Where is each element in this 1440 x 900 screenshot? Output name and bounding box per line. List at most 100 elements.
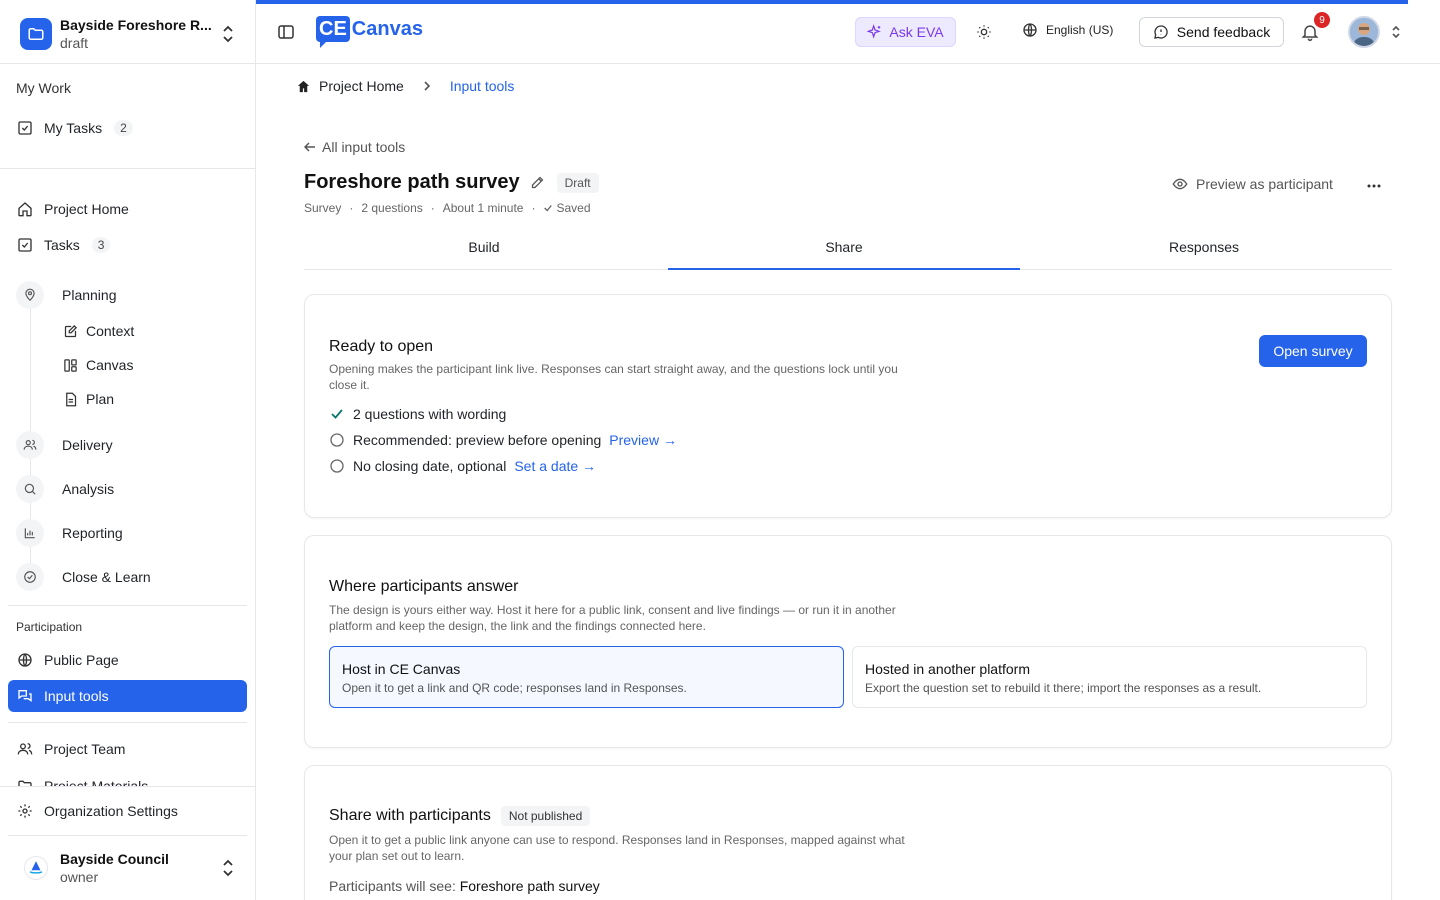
sidebar-item-input-tools[interactable]: Input tools	[8, 680, 247, 712]
ready-to-open-card: Ready to open Opening makes the particip…	[304, 294, 1392, 518]
project-switcher[interactable]: Bayside Foreshore R... draft	[0, 4, 255, 64]
participants-prefix: Participants will see:	[329, 878, 456, 894]
sidebar-item-project-team[interactable]: Project Team	[8, 733, 247, 765]
page-title: Foreshore path survey	[304, 171, 520, 193]
card-title: Ready to open	[329, 338, 434, 355]
preview-as-participant-button[interactable]: Preview as participant	[1172, 176, 1333, 192]
sidebar-item-close-learn[interactable]: Close & Learn	[16, 561, 151, 593]
meta-duration: About 1 minute	[442, 201, 524, 215]
option-description: Open it to get a link and QR code; respo…	[342, 681, 687, 695]
sidebar-item-plan[interactable]: Plan	[62, 385, 114, 413]
option-description: Export the question set to rebuild it th…	[865, 681, 1262, 695]
sidebar-item-project-home[interactable]: Project Home	[8, 193, 247, 225]
sidebar-item-org-settings[interactable]: Organization Settings	[8, 795, 247, 827]
sidebar-item-label: Planning	[62, 287, 117, 303]
sidebar-item-planning[interactable]: Planning	[16, 279, 117, 311]
pencil-icon[interactable]	[530, 175, 545, 190]
folder-icon	[20, 17, 52, 50]
scroll-clip: Project Materials	[8, 776, 247, 786]
sidebar-item-label: Project Team	[44, 741, 126, 757]
users-icon	[16, 431, 44, 459]
divider	[0, 168, 255, 169]
ask-eva-label: Ask EVA	[889, 24, 944, 40]
check-circle-icon	[16, 563, 44, 591]
document-icon	[62, 391, 78, 407]
map-pin-icon	[16, 281, 44, 309]
sparkle-icon	[867, 24, 883, 40]
language-label: English (US)	[1046, 23, 1114, 37]
language-selector[interactable]: English (US)	[1022, 22, 1113, 38]
checklist-item: No closing date, optional Set a date →	[329, 458, 596, 474]
ask-eva-button[interactable]: Ask EVA	[855, 17, 956, 47]
participation-title: Participation	[16, 620, 83, 634]
sidebar-item-public-page[interactable]: Public Page	[8, 644, 247, 676]
sidebar-item-reporting[interactable]: Reporting	[16, 517, 123, 549]
status-badge: Draft	[556, 172, 599, 193]
meta-saved: Saved	[556, 201, 591, 215]
sidebar-item-context[interactable]: Context	[62, 317, 134, 345]
tasks-count-badge: 3	[91, 237, 111, 253]
sidebar-item-label: Close & Learn	[62, 569, 151, 585]
hosted-elsewhere-option[interactable]: Hosted in another platform Export the qu…	[852, 646, 1367, 708]
globe-icon	[1022, 22, 1038, 38]
project-status: draft	[60, 34, 89, 51]
chat-bubbles-icon	[16, 687, 34, 705]
organization-switcher[interactable]: Bayside Council owner	[0, 836, 255, 900]
checkbox-icon	[16, 236, 34, 254]
breadcrumb-home-link[interactable]: Project Home	[296, 78, 404, 94]
sidebar-item-canvas[interactable]: Canvas	[62, 351, 133, 379]
open-survey-button[interactable]: Open survey	[1259, 335, 1367, 367]
tab-responses[interactable]: Responses	[1024, 230, 1384, 269]
sidebar-toggle-icon[interactable]	[278, 24, 294, 40]
meta-questions: 2 questions	[361, 201, 423, 215]
edit-note-icon	[62, 323, 78, 339]
checkbox-icon	[16, 119, 34, 137]
card-description: Open it to get a public link anyone can …	[329, 833, 905, 863]
chevron-up-down-icon	[223, 859, 233, 877]
my-work-title: My Work	[16, 80, 71, 96]
set-date-link[interactable]: Set a date →	[514, 458, 596, 474]
divider	[0, 786, 255, 787]
preview-link[interactable]: Preview →	[609, 432, 677, 448]
divider	[8, 722, 247, 723]
send-feedback-label: Send feedback	[1176, 24, 1271, 40]
layout-icon	[62, 357, 78, 373]
checklist-text: Recommended: preview before opening	[353, 432, 602, 448]
sidebar-item-project-materials[interactable]: Project Materials	[8, 776, 247, 786]
avatar[interactable]	[1348, 16, 1380, 48]
sidebar-item-label: Organization Settings	[44, 803, 178, 819]
sidebar-item-analysis[interactable]: Analysis	[16, 473, 114, 505]
card-title: Share with participants	[329, 807, 491, 824]
sidebar-item-delivery[interactable]: Delivery	[16, 429, 113, 461]
sidebar-item-label: Tasks	[44, 237, 80, 253]
bar-chart-icon	[16, 519, 44, 547]
more-horizontal-icon[interactable]	[1366, 178, 1382, 194]
breadcrumb-current[interactable]: Input tools	[450, 78, 515, 94]
host-in-ce-canvas-option[interactable]: Host in CE Canvas Open it to get a link …	[329, 646, 844, 708]
sidebar-item-label: Plan	[86, 391, 115, 407]
send-feedback-button[interactable]: Send feedback	[1139, 17, 1284, 47]
tab-share[interactable]: Share	[664, 230, 1024, 270]
sidebar-item-label: My Tasks	[44, 120, 103, 136]
option-title: Hosted in another platform	[865, 661, 1030, 677]
sidebar-item-my-tasks[interactable]: My Tasks 2	[8, 112, 247, 144]
empty-circle-icon	[329, 432, 345, 448]
all-input-tools-link[interactable]: All input tools	[304, 139, 405, 155]
sun-icon[interactable]	[975, 23, 993, 41]
participants-will-see: Participants will see: Foreshore path su…	[329, 878, 600, 894]
checklist-item: Recommended: preview before opening Prev…	[329, 432, 677, 448]
users-icon	[16, 740, 34, 758]
divider	[8, 605, 247, 606]
tab-build[interactable]: Build	[304, 230, 664, 269]
check-icon	[329, 406, 345, 422]
search-icon	[16, 475, 44, 503]
survey-meta: Survey · 2 questions · About 1 minute · …	[304, 201, 591, 215]
sidebar-item-tasks[interactable]: Tasks 3	[8, 229, 247, 261]
notification-count-badge: 9	[1314, 12, 1330, 28]
checklist-text: No closing date, optional	[353, 458, 507, 474]
ce-canvas-logo[interactable]: CE Canvas	[316, 16, 423, 48]
chevron-up-down-icon[interactable]	[1390, 24, 1402, 40]
message-icon	[1153, 24, 1169, 40]
chevron-right-icon	[422, 80, 432, 92]
home-icon	[16, 200, 34, 218]
